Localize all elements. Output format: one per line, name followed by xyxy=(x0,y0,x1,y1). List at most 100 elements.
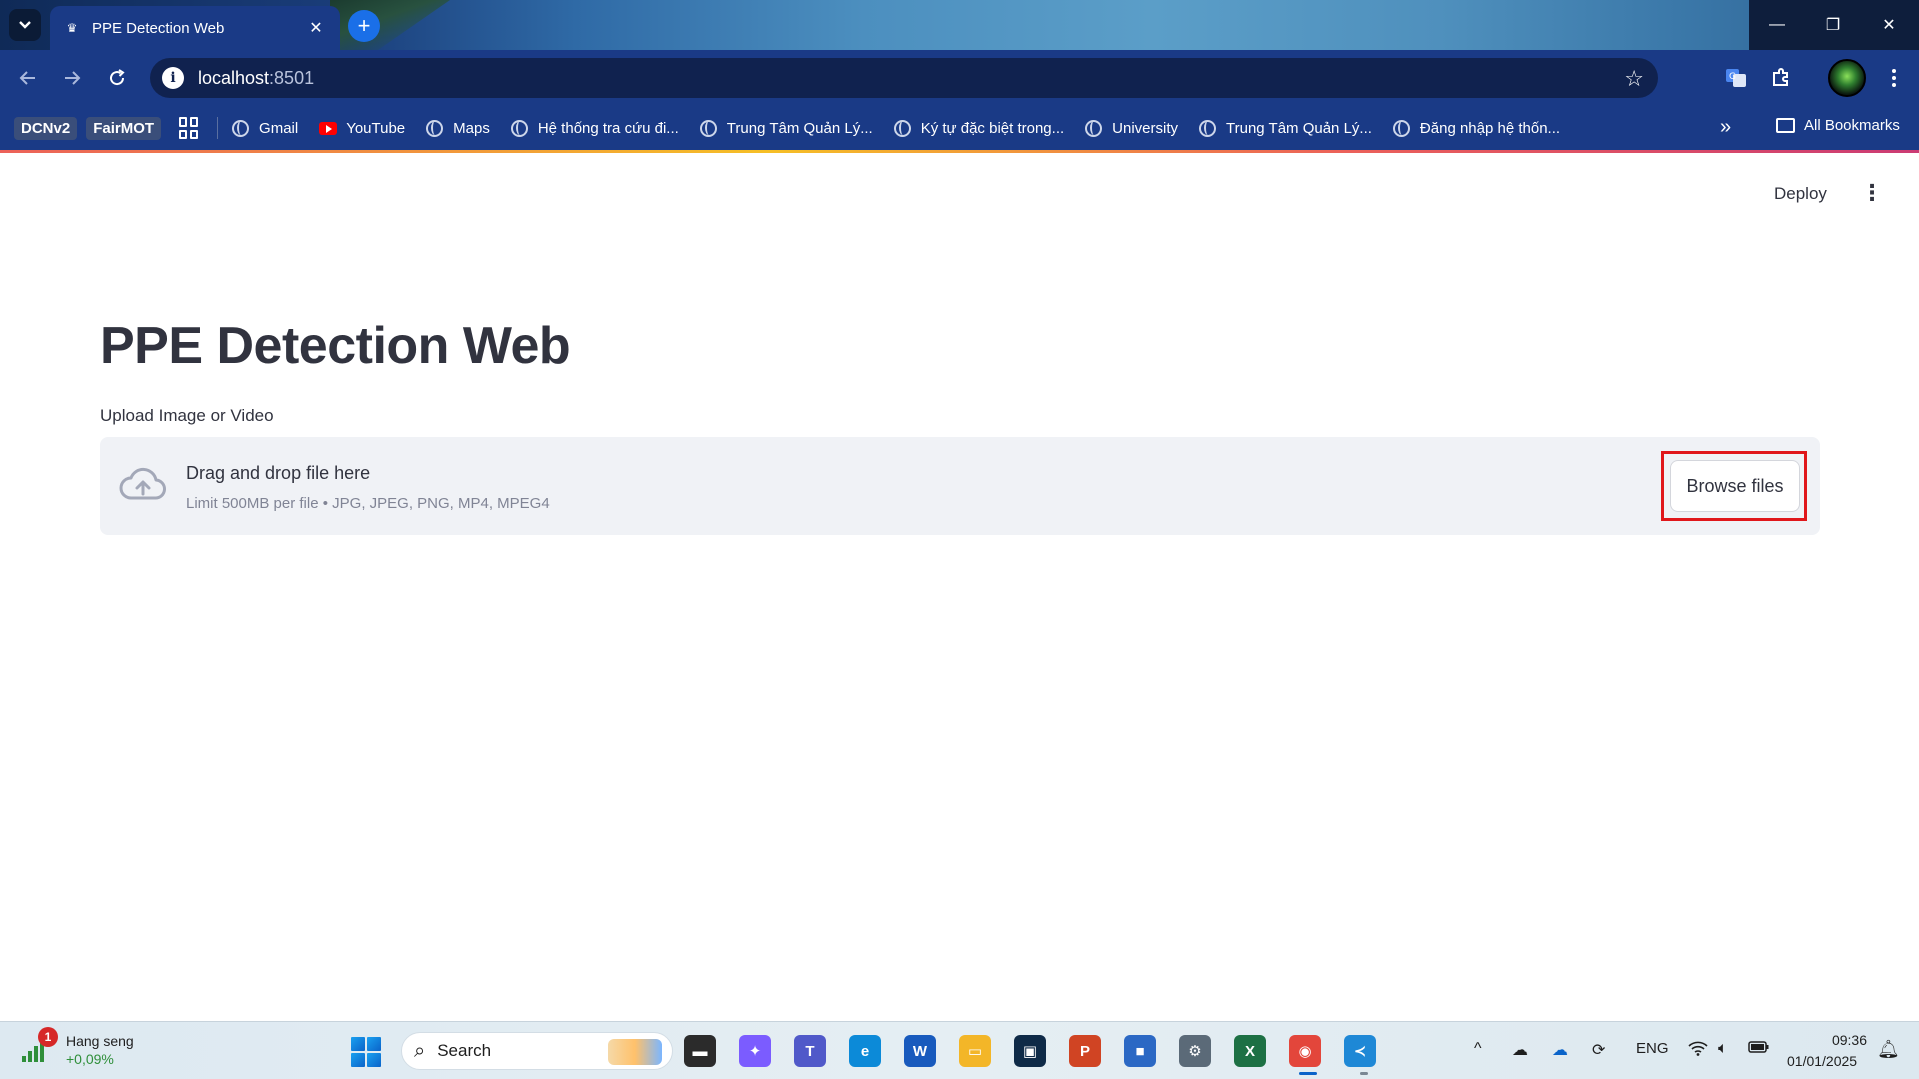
arrow-left-icon xyxy=(19,71,35,85)
windows-taskbar: Hang seng +0,09% 1 ⌕ Search ▬ ✦ Te W ▭ ▣ P ■ ⚙ X ◉… xyxy=(0,1021,1919,1079)
taskbar-search[interactable]: ⌕ Search xyxy=(401,1032,673,1070)
notification-bell-icon[interactable]: 🔔︎ xyxy=(1877,1039,1900,1060)
store-app-icon[interactable]: ■ xyxy=(1124,1035,1156,1067)
reload-button[interactable] xyxy=(101,62,133,94)
apps-grid-icon[interactable] xyxy=(179,117,201,139)
search-icon: ⌕ xyxy=(414,1039,426,1062)
search-highlight-art xyxy=(608,1039,662,1065)
tab-ppe-detection[interactable]: ♛ PPE Detection Web ✕ xyxy=(50,6,340,50)
wifi-icon[interactable] xyxy=(1688,1040,1708,1061)
powerpoint-app-icon[interactable]: P xyxy=(1069,1035,1101,1067)
globe-icon xyxy=(232,119,250,137)
bookmarks-bar: DCNv2 FairMOT Gmail YouTube Maps Hệ thốn… xyxy=(0,106,1919,150)
vscode-running-indicator xyxy=(1360,1072,1368,1075)
file-explorer-dark-app-icon[interactable]: ▬ xyxy=(684,1035,716,1067)
dropzone-instructions: Drag and drop file here xyxy=(186,463,371,483)
bookmark-trung-tam-2[interactable]: Trung Tâm Quản Lý... xyxy=(1199,119,1372,137)
bookmark-gmail[interactable]: Gmail xyxy=(232,119,299,137)
bookmark-university[interactable]: University xyxy=(1085,119,1179,137)
browse-files-button[interactable]: Browse files xyxy=(1670,460,1800,512)
loading-accent-line xyxy=(0,150,1919,153)
arrow-right-icon xyxy=(65,71,81,85)
app-menu-icon[interactable]: ⋮ xyxy=(1861,180,1883,206)
bookmark-label: Ký tự đặc biệt trong... xyxy=(920,119,1065,137)
wifi-glyph xyxy=(1688,1041,1708,1056)
language-indicator[interactable]: ENG xyxy=(1636,1040,1669,1057)
bookmark-label: Gmail xyxy=(259,119,299,137)
bookmarks-overflow-icon[interactable]: » xyxy=(1720,116,1731,139)
widget-name: Hang seng xyxy=(66,1033,134,1049)
copilot-app-icon[interactable]: ✦ xyxy=(739,1035,771,1067)
back-button[interactable] xyxy=(12,62,44,94)
vscode-app-icon[interactable]: ≺ xyxy=(1344,1035,1376,1067)
profile-avatar[interactable] xyxy=(1828,59,1866,97)
sync-icon[interactable]: ⟳ xyxy=(1592,1040,1605,1060)
bookmark-ky-tu[interactable]: Ký tự đặc biệt trong... xyxy=(893,119,1065,137)
file-dropzone[interactable]: Drag and drop file here Limit 500MB per … xyxy=(100,437,1820,535)
bookmark-dang-nhap[interactable]: Đăng nhập hệ thốn... xyxy=(1392,119,1561,137)
bookmark-label: Trung Tâm Quản Lý... xyxy=(1226,119,1372,137)
battery-glyph xyxy=(1748,1041,1769,1053)
url-host: localhost xyxy=(198,67,270,88)
cloud-upload-icon xyxy=(119,467,166,500)
volume-icon[interactable]: 🔈︎ xyxy=(1718,1040,1728,1058)
battery-icon[interactable] xyxy=(1748,1040,1770,1059)
svg-text:G: G xyxy=(1729,72,1736,82)
bookmark-label: Đăng nhập hệ thốn... xyxy=(1419,119,1561,137)
chrome-active-indicator xyxy=(1299,1072,1317,1075)
clock-date[interactable]: 01/01/2025 xyxy=(1787,1053,1857,1069)
extensions-icon[interactable] xyxy=(1765,62,1797,94)
browser-title-bar: ♛ PPE Detection Web ✕ + — ❐ ✕ xyxy=(0,0,1919,50)
bookmark-youtube[interactable]: YouTube xyxy=(319,120,405,137)
cloud-icon[interactable]: ☁ xyxy=(1512,1040,1528,1060)
globe-icon xyxy=(426,119,444,137)
page-title: PPE Detection Web xyxy=(100,317,571,375)
settings-app-icon[interactable]: ⚙ xyxy=(1179,1035,1211,1067)
bookmark-label: YouTube xyxy=(346,119,406,137)
close-window-button[interactable]: ✕ xyxy=(1861,0,1917,50)
chrome-menu-icon[interactable] xyxy=(1878,62,1910,94)
bookmark-fairmot[interactable]: FairMOT xyxy=(86,116,162,140)
minimize-button[interactable]: — xyxy=(1749,0,1805,50)
bookmark-maps[interactable]: Maps xyxy=(426,119,490,137)
bookmark-label: Maps xyxy=(453,119,490,137)
dropzone-limits: Limit 500MB per file • JPG, JPEG, PNG, M… xyxy=(186,495,550,512)
translate-icon[interactable]: G xyxy=(1720,62,1752,94)
onedrive-icon[interactable]: ☁ xyxy=(1552,1040,1568,1060)
search-label: Search xyxy=(437,1041,492,1060)
globe-icon xyxy=(1085,119,1103,137)
uploader-label: Upload Image or Video xyxy=(100,406,274,425)
youtube-icon xyxy=(319,121,338,135)
chrome-app-icon[interactable]: ◉ xyxy=(1289,1035,1321,1067)
file-explorer-app-icon[interactable]: ▭ xyxy=(959,1035,991,1067)
terminal-app-app-icon[interactable]: ▣ xyxy=(1014,1035,1046,1067)
site-info-icon[interactable]: i xyxy=(162,67,184,89)
new-tab-button[interactable]: + xyxy=(348,10,380,42)
reload-icon xyxy=(110,69,125,86)
folder-icon xyxy=(1776,118,1795,133)
forward-button[interactable] xyxy=(56,62,88,94)
edge-app-icon[interactable]: e xyxy=(849,1035,881,1067)
word-app-icon[interactable]: W xyxy=(904,1035,936,1067)
tab-search-button[interactable] xyxy=(9,9,41,41)
teams-app-icon[interactable]: T xyxy=(794,1035,826,1067)
tab-close-icon[interactable]: ✕ xyxy=(306,18,326,38)
bookmark-star-icon[interactable]: ☆ xyxy=(1624,66,1644,92)
restore-button[interactable]: ❐ xyxy=(1805,0,1861,50)
tray-overflow-chevron-icon[interactable]: ^ xyxy=(1474,1040,1482,1058)
widget-change: +0,09% xyxy=(66,1051,114,1067)
bookmark-label: University xyxy=(1112,119,1179,137)
all-bookmarks-button[interactable]: All Bookmarks xyxy=(1776,117,1900,134)
clock-time[interactable]: 09:36 xyxy=(1829,1032,1867,1048)
address-bar[interactable]: i localhost:8501 ☆ xyxy=(150,58,1658,98)
chevron-down-icon xyxy=(19,21,31,29)
kebab-glyph xyxy=(1892,69,1896,87)
bookmark-he-thong[interactable]: Hệ thống tra cứu đi... xyxy=(510,119,679,137)
deploy-button[interactable]: Deploy xyxy=(1774,184,1827,204)
globe-icon xyxy=(699,119,717,137)
windows-start-button[interactable] xyxy=(351,1037,381,1067)
bookmark-trung-tam-1[interactable]: Trung Tâm Quản Lý... xyxy=(699,119,873,137)
bookmark-label: Hệ thống tra cứu đi... xyxy=(537,119,679,137)
bookmark-dcnv2[interactable]: DCNv2 xyxy=(14,116,78,140)
excel-app-icon[interactable]: X xyxy=(1234,1035,1266,1067)
